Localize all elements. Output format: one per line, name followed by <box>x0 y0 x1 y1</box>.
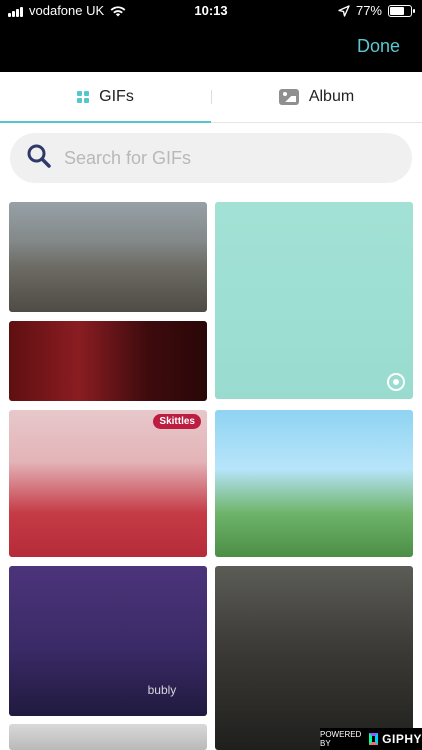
gif-tile[interactable] <box>215 202 413 399</box>
gif-tile[interactable] <box>215 410 413 557</box>
active-tab-underline <box>0 121 211 123</box>
search-bar[interactable] <box>10 133 412 183</box>
search-icon <box>26 143 52 174</box>
gif-tile[interactable] <box>215 566 413 750</box>
tab-gifs-label: GIFs <box>99 88 134 105</box>
tab-album-label: Album <box>308 88 355 105</box>
top-bar: vodafone UK 10:13 77% Done <box>0 0 422 72</box>
brand-label: Skittles <box>153 414 201 429</box>
battery-percent: 77% <box>355 3 382 18</box>
status-right: 77% <box>338 0 415 22</box>
photo-icon <box>278 89 299 105</box>
gif-tile[interactable] <box>9 321 207 401</box>
powered-by-label: POWERED BY <box>320 730 362 748</box>
status-bar: vodafone UK 10:13 77% <box>0 0 422 22</box>
gif-tile[interactable] <box>9 724 207 750</box>
gif-tile[interactable]: Skittles <box>9 410 207 557</box>
battery-icon <box>388 5 415 17</box>
giphy-logo-icon <box>368 733 379 745</box>
target-icon <box>387 373 405 391</box>
search-input[interactable] <box>62 146 386 170</box>
tab-bar: GIFs Album <box>0 72 422 123</box>
battery-fill <box>390 7 404 15</box>
done-button[interactable]: Done <box>357 36 400 57</box>
tab-gifs[interactable]: GIFs <box>0 72 211 123</box>
powered-by-giphy: POWERED BY GIPHY <box>320 728 422 750</box>
brand-label: bubly <box>147 683 177 697</box>
tab-album[interactable]: Album <box>211 72 422 122</box>
giphy-brand: GIPHY <box>382 732 422 746</box>
grid-icon <box>77 91 90 103</box>
gif-tile[interactable]: bubly <box>9 566 207 716</box>
gif-grid: Skittles bubly POWERED BY GIPHY <box>0 200 422 750</box>
location-icon <box>338 5 350 17</box>
gif-tile[interactable] <box>9 202 207 312</box>
